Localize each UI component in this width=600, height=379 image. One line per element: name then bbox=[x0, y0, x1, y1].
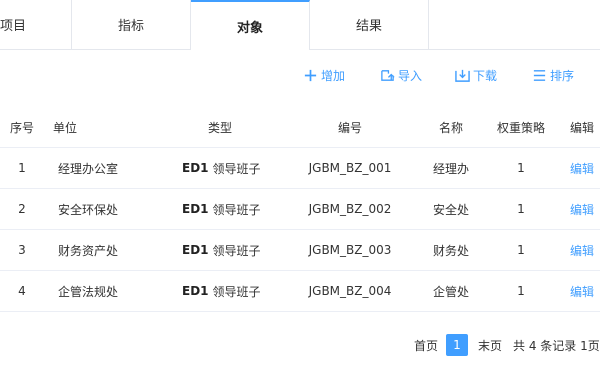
row-index: 2 bbox=[18, 202, 26, 216]
object-table: 序号 单位 类型 编号 名称 权重策略 编辑 1 经理办公室 ED1 领导班子 … bbox=[0, 108, 600, 312]
last-page-button[interactable]: 末页 bbox=[478, 333, 502, 357]
table-header-row: 序号 单位 类型 编号 名称 权重策略 编辑 bbox=[0, 108, 600, 148]
toolbar: 增加 导入 下载 排序 bbox=[0, 64, 600, 86]
type-name: 领导班子 bbox=[212, 243, 261, 258]
add-button[interactable]: 增加 bbox=[303, 64, 345, 86]
row-type: ED1 领导班子 bbox=[182, 189, 292, 229]
row-unit: 安全环保处 bbox=[58, 202, 119, 217]
header-index: 序号 bbox=[9, 121, 34, 135]
row-weight: 1 bbox=[517, 243, 525, 257]
edit-link[interactable]: 编辑 bbox=[564, 189, 600, 229]
tab-object[interactable]: 对象 bbox=[191, 0, 310, 50]
tab-label: 指标 bbox=[117, 19, 144, 34]
edit-link[interactable]: 编辑 bbox=[564, 271, 600, 311]
tab-result[interactable]: 结果 bbox=[310, 0, 429, 49]
tab-project[interactable]: 项目 bbox=[0, 0, 72, 49]
download-label: 下载 bbox=[473, 68, 498, 83]
first-page-button[interactable]: 首页 bbox=[414, 333, 438, 357]
table-row: 1 经理办公室 ED1 领导班子 JGBM_BZ_001 经理办 1 编辑 bbox=[0, 148, 600, 189]
header-unit: 单位 bbox=[53, 121, 78, 135]
row-name: 财务处 bbox=[433, 243, 469, 258]
plus-icon bbox=[304, 69, 317, 81]
type-name: 领导班子 bbox=[212, 161, 261, 176]
row-unit: 经理办公室 bbox=[58, 161, 119, 176]
edit-link-label[interactable]: 编辑 bbox=[570, 201, 594, 218]
tab-label: 对象 bbox=[236, 20, 263, 36]
edit-link[interactable]: 编辑 bbox=[564, 148, 600, 188]
current-page-button[interactable]: 1 bbox=[446, 334, 468, 356]
tab-label: 项目 bbox=[0, 19, 27, 34]
row-unit: 财务资产处 bbox=[58, 243, 119, 258]
tab-indicator[interactable]: 指标 bbox=[72, 0, 191, 49]
type-code: ED1 bbox=[182, 161, 209, 175]
type-code: ED1 bbox=[182, 202, 209, 216]
row-weight: 1 bbox=[517, 202, 525, 216]
row-weight: 1 bbox=[517, 284, 525, 298]
table-row: 3 财务资产处 ED1 领导班子 JGBM_BZ_003 财务处 1 编辑 bbox=[0, 230, 600, 271]
table-row: 2 安全环保处 ED1 领导班子 JGBM_BZ_002 安全处 1 编辑 bbox=[0, 189, 600, 230]
row-name: 经理办 bbox=[433, 161, 469, 176]
table-row: 4 企管法规处 ED1 领导班子 JGBM_BZ_004 企管处 1 编辑 bbox=[0, 271, 600, 312]
header-name: 名称 bbox=[438, 121, 463, 135]
header-weight: 权重策略 bbox=[496, 121, 545, 135]
type-code: ED1 bbox=[182, 243, 209, 257]
row-name: 安全处 bbox=[433, 202, 469, 217]
row-index: 3 bbox=[18, 243, 26, 257]
type-code: ED1 bbox=[182, 284, 209, 298]
sort-button[interactable]: 排序 bbox=[532, 64, 574, 86]
header-code: 编号 bbox=[337, 121, 362, 135]
edit-link-label[interactable]: 编辑 bbox=[570, 283, 594, 300]
row-type: ED1 领导班子 bbox=[182, 148, 292, 188]
import-icon bbox=[381, 69, 395, 81]
row-code: JGBM_BZ_003 bbox=[308, 243, 392, 257]
download-button[interactable]: 下载 bbox=[455, 64, 497, 86]
pagination: 首页 1 末页 共 4 条记录 1页 bbox=[0, 333, 600, 357]
download-icon bbox=[455, 69, 470, 82]
row-unit: 企管法规处 bbox=[58, 284, 119, 299]
type-name: 领导班子 bbox=[212, 284, 261, 299]
type-name: 领导班子 bbox=[212, 202, 261, 217]
row-index: 1 bbox=[18, 161, 26, 175]
header-edit: 编辑 bbox=[569, 121, 594, 135]
row-code: JGBM_BZ_001 bbox=[308, 161, 392, 175]
row-name: 企管处 bbox=[433, 284, 469, 299]
header-type: 类型 bbox=[207, 121, 232, 135]
row-code: JGBM_BZ_002 bbox=[308, 202, 392, 216]
edit-link-label[interactable]: 编辑 bbox=[570, 242, 594, 259]
tab-bar: 项目 指标 对象 结果 bbox=[0, 0, 600, 50]
list-icon bbox=[533, 69, 546, 81]
record-summary: 共 4 条记录 1页 bbox=[513, 338, 600, 353]
tab-label: 结果 bbox=[355, 19, 382, 34]
edit-link[interactable]: 编辑 bbox=[564, 230, 600, 270]
import-label: 导入 bbox=[398, 68, 423, 83]
edit-link-label[interactable]: 编辑 bbox=[570, 160, 594, 177]
sort-label: 排序 bbox=[550, 68, 575, 83]
row-code: JGBM_BZ_004 bbox=[308, 284, 392, 298]
row-weight: 1 bbox=[517, 161, 525, 175]
row-type: ED1 领导班子 bbox=[182, 271, 292, 311]
row-index: 4 bbox=[18, 284, 26, 298]
import-button[interactable]: 导入 bbox=[380, 64, 422, 86]
row-type: ED1 领导班子 bbox=[182, 230, 292, 270]
add-label: 增加 bbox=[321, 68, 346, 83]
